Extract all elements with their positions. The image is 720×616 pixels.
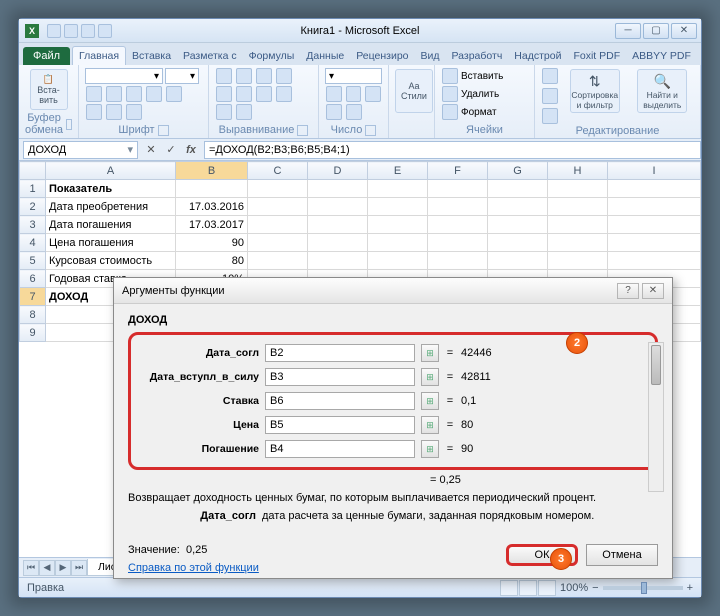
tab-addins[interactable]: Надстрой	[508, 47, 567, 65]
ribbon: 📋Вста- вить Буфер обмена ▾▾ Шрифт Выравн…	[19, 65, 701, 139]
zoom-in-button[interactable]: +	[687, 582, 693, 594]
function-arguments-dialog: Аргументы функции ?✕ ДОХОД Дата_соглB2⊞=…	[113, 277, 673, 579]
zoom-out-button[interactable]: −	[592, 582, 598, 594]
arg-input-tsena[interactable]: B5	[265, 416, 415, 434]
font-name-select[interactable]: ▾	[85, 68, 163, 84]
tab-home[interactable]: Главная	[72, 46, 126, 65]
range-picker-icon[interactable]: ⊞	[421, 440, 439, 458]
function-name: ДОХОД	[128, 314, 658, 326]
sort-filter-button[interactable]: ⇅Сортировка и фильтр	[570, 69, 620, 113]
tab-abbyy[interactable]: ABBYY PDF	[626, 47, 697, 65]
file-tab[interactable]: Файл	[23, 47, 70, 65]
status-mode: Правка	[27, 582, 64, 594]
sheet-nav-first[interactable]: ⏮	[23, 560, 39, 576]
cancel-button[interactable]: Отмена	[586, 544, 658, 566]
dialog-scrollbar[interactable]	[648, 342, 664, 492]
formula-bar: ДОХОД▾ ✕ ✓ fx =ДОХОД(B2;B3;B6;B5;B4;1)	[19, 139, 701, 161]
titlebar: X Книга1 - Microsoft Excel ─ ▢ ✕	[19, 19, 701, 43]
dialog-close-button[interactable]: ✕	[642, 283, 664, 299]
zoom-value[interactable]: 100%	[560, 582, 588, 594]
window-title: Книга1 - Microsoft Excel	[301, 25, 420, 37]
tab-data[interactable]: Данные	[300, 47, 350, 65]
close-button[interactable]: ✕	[671, 23, 697, 39]
tab-formulas[interactable]: Формулы	[243, 47, 301, 65]
range-picker-icon[interactable]: ⊞	[421, 416, 439, 434]
tab-insert[interactable]: Вставка	[126, 47, 177, 65]
styles-button[interactable]: AaСтили	[395, 69, 433, 113]
function-description: Возвращает доходность ценных бумаг, по к…	[128, 492, 658, 504]
tab-dev[interactable]: Разработч	[446, 47, 509, 65]
tab-layout[interactable]: Разметка с	[177, 47, 243, 65]
arg-input-data-sogl[interactable]: B2	[265, 344, 415, 362]
fx-icon[interactable]: fx	[182, 141, 200, 159]
insert-cells-button[interactable]: Вставить	[461, 71, 503, 82]
quick-access-toolbar[interactable]	[47, 24, 112, 38]
formula-input[interactable]: =ДОХОД(B2;B3;B6;B5;B4;1)	[204, 141, 701, 159]
sheet-nav-next[interactable]: ▶	[55, 560, 71, 576]
paste-button[interactable]: 📋Вста- вить	[30, 69, 68, 110]
arg-input-data-vstupl[interactable]: B3	[265, 368, 415, 386]
range-picker-icon[interactable]: ⊞	[421, 344, 439, 362]
excel-icon: X	[25, 24, 39, 38]
find-select-button[interactable]: 🔍Найти и выделить	[637, 69, 687, 113]
arg-input-pogashenie[interactable]: B4	[265, 440, 415, 458]
dialog-title: Аргументы функции	[122, 285, 225, 297]
accept-formula-icon[interactable]: ✓	[162, 141, 180, 159]
range-picker-icon[interactable]: ⊞	[421, 392, 439, 410]
ribbon-tabs: Файл Главная Вставка Разметка с Формулы …	[19, 43, 701, 65]
cancel-formula-icon[interactable]: ✕	[142, 141, 160, 159]
result-equals: = 0,25	[128, 474, 658, 486]
sheet-nav-prev[interactable]: ◀	[39, 560, 55, 576]
range-picker-icon[interactable]: ⊞	[421, 368, 439, 386]
badge-3: 3	[550, 548, 572, 570]
badge-2: 2	[566, 332, 588, 354]
delete-cells-button[interactable]: Удалить	[461, 89, 499, 100]
status-bar: Правка 100% − +	[19, 577, 701, 597]
tab-review[interactable]: Рецензиро	[350, 47, 414, 65]
excel-window: X Книга1 - Microsoft Excel ─ ▢ ✕ Файл Гл…	[18, 18, 702, 598]
dialog-help-button[interactable]: ?	[617, 283, 639, 299]
minimize-button[interactable]: ─	[615, 23, 641, 39]
tab-foxit[interactable]: Foxit PDF	[567, 47, 626, 65]
view-layout-icon[interactable]	[519, 580, 537, 596]
maximize-button[interactable]: ▢	[643, 23, 669, 39]
sheet-nav-last[interactable]: ⏭	[71, 560, 87, 576]
view-normal-icon[interactable]	[500, 580, 518, 596]
help-link[interactable]: Справка по этой функции	[128, 562, 259, 574]
format-cells-button[interactable]: Формат	[461, 107, 497, 118]
name-box[interactable]: ДОХОД▾	[23, 141, 138, 159]
zoom-slider[interactable]	[603, 586, 683, 590]
font-size-select[interactable]: ▾	[165, 68, 199, 84]
tab-view[interactable]: Вид	[415, 47, 446, 65]
arg-input-stavka[interactable]: B6	[265, 392, 415, 410]
number-format-select[interactable]: ▾	[325, 68, 382, 84]
view-break-icon[interactable]	[538, 580, 556, 596]
